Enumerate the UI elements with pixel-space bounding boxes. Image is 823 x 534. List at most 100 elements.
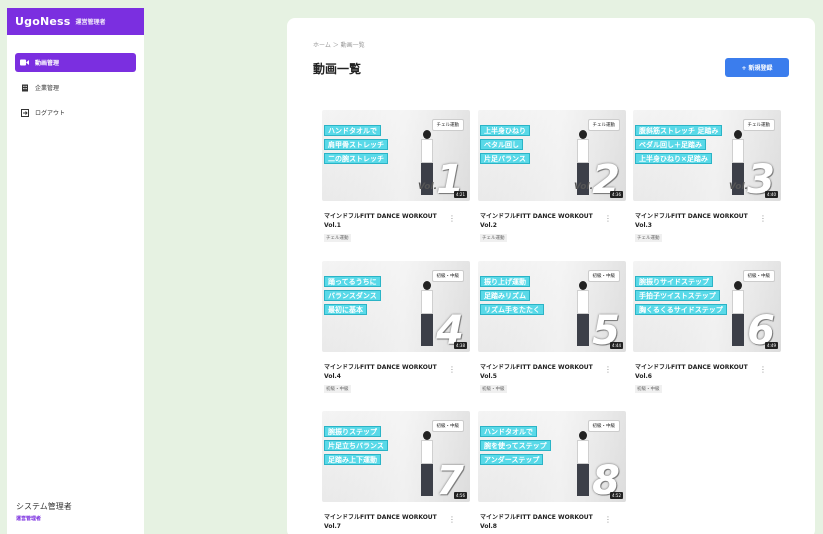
video-card[interactable]: 初級・中級 腕振りサイドステップ 手拍子ツイストステップ 胸くるくるサイドステッ…: [633, 261, 781, 406]
video-card[interactable]: チェル運動 上半身ひねり ベタル回し 片足バランス Vol. 2 4:36 マイ…: [478, 110, 626, 255]
duration-badge: 4:52: [610, 492, 623, 499]
user-role: 運営管理者: [16, 516, 42, 522]
video-icon: [20, 58, 29, 67]
logout-icon: [20, 108, 29, 117]
video-card[interactable]: 初級・中級 踊ってるうちに バランスダンス 最初に基本 4 4:38 マインドフ…: [322, 261, 470, 406]
thumbnail-caption: 片足バランス: [480, 153, 530, 164]
vol-label: Vol.: [729, 182, 748, 192]
sidebar-item-label: ログアウト: [35, 110, 66, 117]
instructor-figure: [729, 281, 747, 349]
video-card[interactable]: チェル運動 ハンドタオルで 肩甲骨ストレッチ 二の腕ストレッチ Vol. 1 4…: [322, 110, 470, 255]
more-options-icon[interactable]: ⋮: [759, 214, 767, 223]
page-title: 動画一覧: [313, 62, 362, 76]
video-title[interactable]: マインドフルFITT DANCE WORKOUT Vol.3: [635, 212, 765, 230]
more-options-icon[interactable]: ⋮: [448, 515, 456, 524]
thumbnail-caption: 腹斜筋ストレッチ 足踏み: [635, 125, 723, 136]
more-options-icon[interactable]: ⋮: [604, 214, 612, 223]
more-options-icon[interactable]: ⋮: [448, 214, 456, 223]
thumbnail-caption: 最初に基本: [324, 304, 367, 315]
sidebar-nav: 動画管理 企業管理 ログアウト: [7, 53, 144, 122]
category-label: 初級・中級: [635, 385, 662, 393]
duration-badge: 4:38: [454, 342, 467, 349]
video-title[interactable]: マインドフルFITT DANCE WORKOUT Vol.6: [635, 363, 765, 381]
thumbnail-caption: ハンドタオルで: [324, 125, 381, 136]
video-title[interactable]: マインドフルFITT DANCE WORKOUT Vol.5: [480, 363, 610, 381]
sidebar-item-companies[interactable]: 企業管理: [15, 78, 136, 97]
level-tag: 初級・中級: [742, 270, 775, 282]
thumbnail-caption: 上半身ひねり×足踏み: [635, 153, 712, 164]
video-thumbnail[interactable]: チェル運動 上半身ひねり ベタル回し 片足バランス Vol. 2 4:36: [478, 110, 626, 201]
brand-role: 運営管理者: [75, 19, 106, 26]
video-card[interactable]: 初級・中級 振り上げ運動 足踏みリズム リズム手をたたく 5 4:44 マインド…: [478, 261, 626, 406]
thumbnail-caption: 振り上げ運動: [480, 276, 530, 287]
thumbnail-caption: 片足立ちバランス: [324, 440, 388, 451]
thumbnail-caption: 手拍子ツイストステップ: [635, 290, 720, 301]
level-tag: チェル運動: [587, 119, 620, 131]
sidebar-item-videos[interactable]: 動画管理: [15, 53, 136, 72]
more-options-icon[interactable]: ⋮: [448, 365, 456, 374]
video-thumbnail[interactable]: チェル運動 腹斜筋ストレッチ 足踏み ペダル回し＋足踏み 上半身ひねり×足踏み …: [633, 110, 781, 201]
video-thumbnail[interactable]: 初級・中級 腕振りステップ 片足立ちバランス 足踏み上下運動 7 4:56: [322, 411, 470, 502]
user-name: システム管理者: [16, 502, 72, 511]
thumbnail-caption: 二の腕ストレッチ: [324, 153, 388, 164]
add-video-button[interactable]: + 新規登録: [725, 58, 789, 77]
duration-badge: 4:49: [765, 342, 778, 349]
thumbnail-caption: リズム手をたたく: [480, 304, 544, 315]
video-card[interactable]: 初級・中級 腕振りステップ 片足立ちバランス 足踏み上下運動 7 4:56 マイ…: [322, 411, 470, 534]
video-thumbnail[interactable]: 初級・中級 振り上げ運動 足踏みリズム リズム手をたたく 5 4:44: [478, 261, 626, 352]
category-label: 初級・中級: [324, 385, 351, 393]
level-tag: 初級・中級: [431, 420, 464, 432]
thumbnail-caption: ベタル回し: [480, 139, 523, 150]
video-thumbnail[interactable]: チェル運動 ハンドタオルで 肩甲骨ストレッチ 二の腕ストレッチ Vol. 1 4…: [322, 110, 470, 201]
video-title[interactable]: マインドフルFITT DANCE WORKOUT Vol.8: [480, 513, 610, 531]
level-tag: 初級・中級: [587, 270, 620, 282]
video-thumbnail[interactable]: 初級・中級 腕振りサイドステップ 手拍子ツイストステップ 胸くるくるサイドステッ…: [633, 261, 781, 352]
instructor-figure: [574, 281, 592, 349]
video-title[interactable]: マインドフルFITT DANCE WORKOUT Vol.7: [324, 513, 454, 531]
sidebar-item-label: 動画管理: [35, 60, 60, 67]
category-label: チェル運動: [480, 234, 507, 242]
more-options-icon[interactable]: ⋮: [604, 515, 612, 524]
video-thumbnail[interactable]: 初級・中級 踊ってるうちに バランスダンス 最初に基本 4 4:38: [322, 261, 470, 352]
instructor-figure: [418, 281, 436, 349]
level-tag: チェル運動: [431, 119, 464, 131]
category-label: チェル運動: [635, 234, 662, 242]
building-icon: [20, 83, 29, 92]
thumbnail-caption: 腕振りサイドステップ: [635, 276, 713, 287]
vol-label: Vol.: [574, 182, 593, 192]
video-title[interactable]: マインドフルFITT DANCE WORKOUT Vol.1: [324, 212, 454, 230]
level-tag: 初級・中級: [431, 270, 464, 282]
level-tag: チェル運動: [742, 119, 775, 131]
instructor-figure: [418, 431, 436, 499]
more-options-icon[interactable]: ⋮: [604, 365, 612, 374]
level-tag: 初級・中級: [587, 420, 620, 432]
category-label: チェル運動: [324, 234, 351, 242]
video-title[interactable]: マインドフルFITT DANCE WORKOUT Vol.2: [480, 212, 610, 230]
video-title[interactable]: マインドフルFITT DANCE WORKOUT Vol.4: [324, 363, 454, 381]
duration-badge: 4:40: [765, 191, 778, 198]
breadcrumb[interactable]: ホーム ＞ 動画一覧: [313, 40, 365, 49]
duration-badge: 4:56: [454, 492, 467, 499]
thumbnail-caption: アンダーステップ: [480, 454, 544, 465]
thumbnail-caption: 胸くるくるサイドステップ: [635, 304, 727, 315]
video-card[interactable]: 初級・中級 ハンドタオルで 腕を使ってステップ アンダーステップ 8 4:52 …: [478, 411, 626, 534]
thumbnail-caption: 踊ってるうちに: [324, 276, 381, 287]
thumbnail-caption: 足踏み上下運動: [324, 454, 381, 465]
vol-label: Vol.: [418, 182, 437, 192]
instructor-figure: [574, 431, 592, 499]
main-panel: ホーム ＞ 動画一覧 動画一覧 + 新規登録 チェル運動 ハンドタオルで 肩甲骨…: [287, 18, 815, 534]
thumbnail-caption: ペダル回し＋足踏み: [635, 139, 706, 150]
current-user: システム管理者 運営管理者: [16, 501, 72, 522]
duration-badge: 4:36: [610, 191, 623, 198]
more-options-icon[interactable]: ⋮: [759, 365, 767, 374]
thumbnail-caption: ハンドタオルで: [480, 426, 537, 437]
video-card[interactable]: チェル運動 腹斜筋ストレッチ 足踏み ペダル回し＋足踏み 上半身ひねり×足踏み …: [633, 110, 781, 255]
thumbnail-caption: 腕振りステップ: [324, 426, 381, 437]
video-thumbnail[interactable]: 初級・中級 ハンドタオルで 腕を使ってステップ アンダーステップ 8 4:52: [478, 411, 626, 502]
brand-name: UgoNess: [15, 15, 71, 28]
sidebar-item-logout[interactable]: ログアウト: [15, 103, 136, 122]
category-label: 初級・中級: [480, 385, 507, 393]
thumbnail-caption: バランスダンス: [324, 290, 381, 301]
thumbnail-caption: 足踏みリズム: [480, 290, 530, 301]
brand-header[interactable]: UgoNess 運営管理者: [7, 8, 144, 35]
